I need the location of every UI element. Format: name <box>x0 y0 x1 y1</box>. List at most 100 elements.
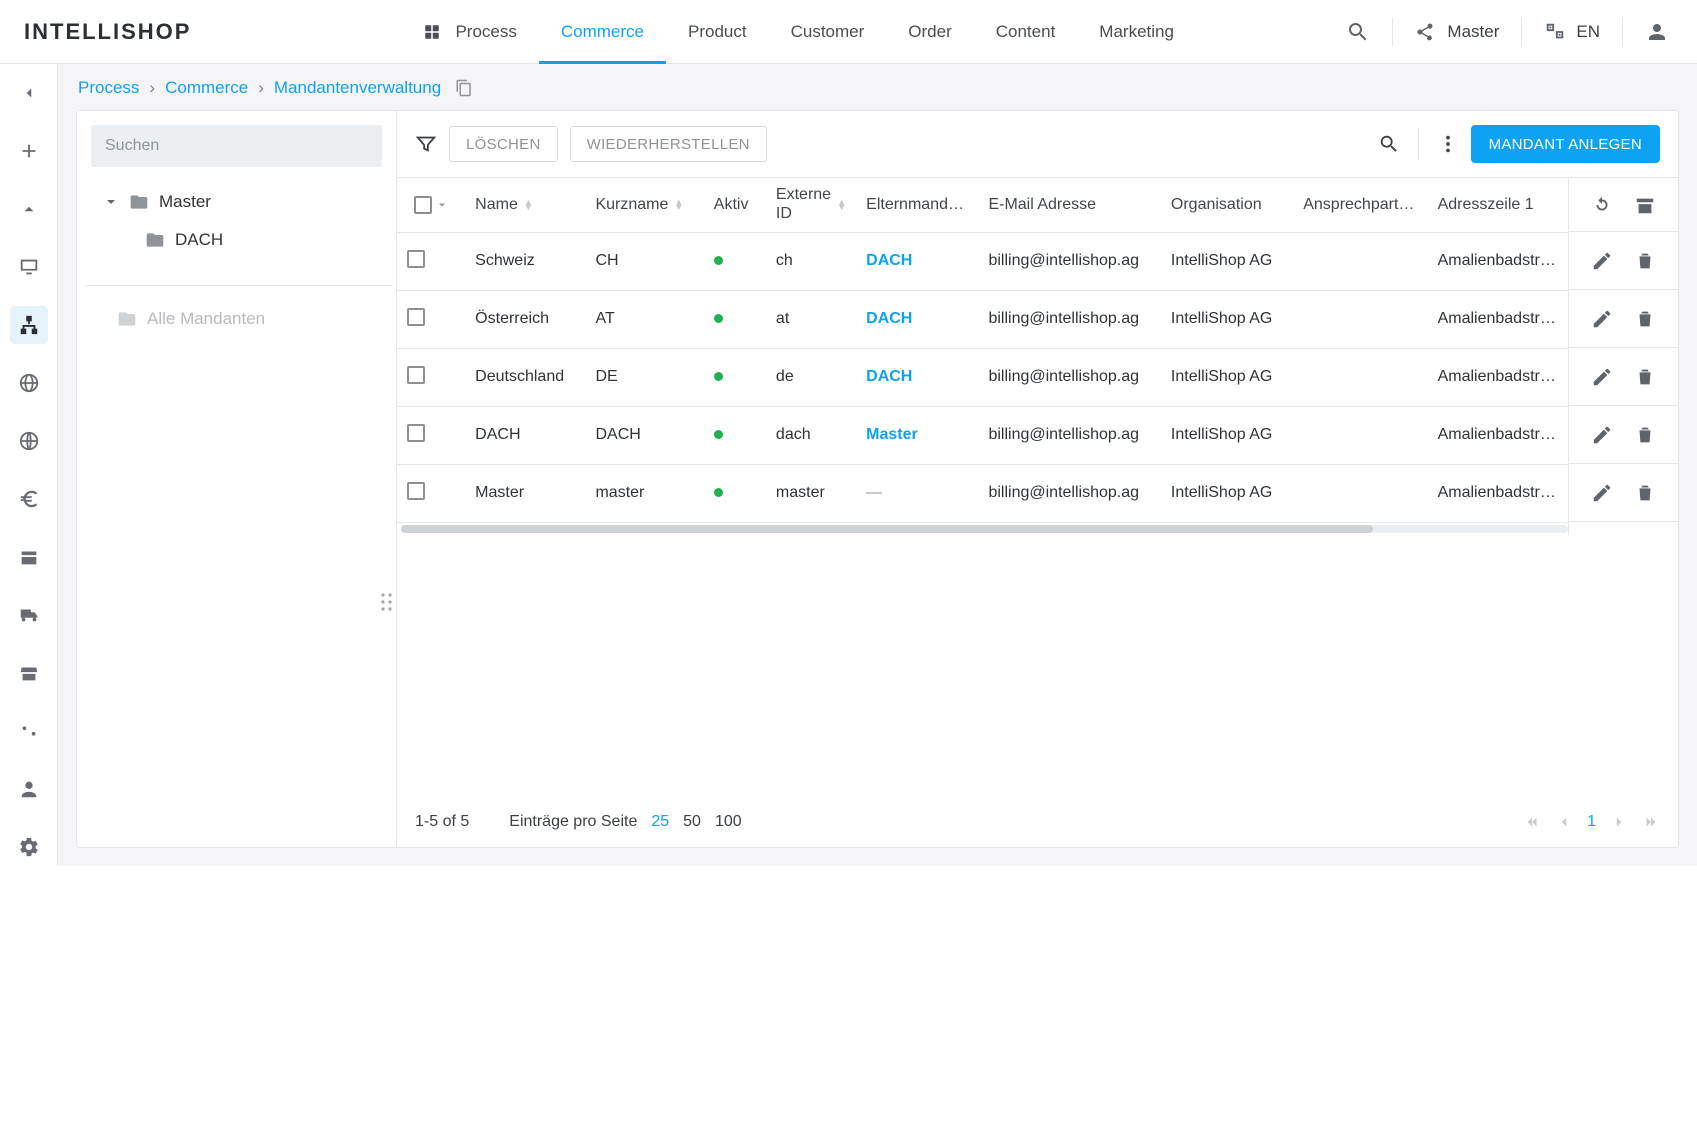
cell-externe-id: dach <box>766 406 856 464</box>
rail-sitemap[interactable] <box>10 306 48 344</box>
active-dot-icon <box>714 256 723 265</box>
delete-icon[interactable] <box>1634 250 1656 272</box>
crumb-commerce[interactable]: Commerce <box>165 78 248 98</box>
rail-percent[interactable] <box>10 712 48 750</box>
nav-tab-commerce[interactable]: Commerce <box>539 0 666 63</box>
row-checkbox[interactable] <box>407 308 425 326</box>
prev-page-icon[interactable] <box>1555 813 1573 831</box>
cell-org: IntelliShop AG <box>1161 464 1293 522</box>
resize-handle[interactable] <box>379 591 395 613</box>
edit-icon[interactable] <box>1591 250 1613 272</box>
cell-email: billing@intellishop.ag <box>978 232 1160 290</box>
separator <box>1521 18 1522 46</box>
chevron-down-icon[interactable] <box>436 199 448 211</box>
edit-icon[interactable] <box>1591 308 1613 330</box>
cell-parent[interactable]: DACH <box>866 310 912 327</box>
rail-collapse[interactable] <box>10 74 48 112</box>
cell-parent[interactable]: Master <box>866 426 918 443</box>
nav-tab-customer[interactable]: Customer <box>769 0 887 63</box>
delete-icon[interactable] <box>1634 424 1656 446</box>
tenant-selector[interactable]: Master <box>1415 22 1499 42</box>
col-adresszeile[interactable]: Adresszeile 1 <box>1428 178 1568 232</box>
tree-item-all[interactable]: Alle Mandanten <box>85 300 392 338</box>
active-dot-icon <box>714 488 723 497</box>
edit-icon[interactable] <box>1591 482 1613 504</box>
more-icon[interactable] <box>1437 133 1459 155</box>
nav-tab-content[interactable]: Content <box>974 0 1078 63</box>
rail-world[interactable] <box>10 422 48 460</box>
rail-euro[interactable] <box>10 480 48 518</box>
rail-users[interactable] <box>10 770 48 808</box>
select-all-checkbox[interactable] <box>414 196 432 214</box>
clear-button[interactable]: LÖSCHEN <box>449 126 558 162</box>
cell-name: Österreich <box>465 290 585 348</box>
delete-icon[interactable] <box>1634 366 1656 388</box>
filter-icon[interactable] <box>415 133 437 155</box>
search-icon[interactable] <box>1346 20 1370 44</box>
cell-kurzname: DACH <box>585 406 703 464</box>
rail-settings[interactable] <box>10 828 48 866</box>
table-row[interactable]: DeutschlandDEdeDACHbilling@intellishop.a… <box>397 348 1568 406</box>
user-icon[interactable] <box>1645 20 1669 44</box>
search-input[interactable] <box>91 125 382 167</box>
col-aktiv[interactable]: Aktiv <box>704 178 766 232</box>
col-externe-id[interactable]: Externe ID▲▼ <box>766 178 856 232</box>
col-email[interactable]: E-Mail Adresse <box>978 178 1160 232</box>
rail-store[interactable] <box>10 654 48 692</box>
per-page-50[interactable]: 50 <box>683 813 701 831</box>
tree-item-master[interactable]: Master <box>85 183 392 221</box>
edit-icon[interactable] <box>1591 366 1613 388</box>
nav-tab-marketing[interactable]: Marketing <box>1077 0 1196 63</box>
cell-ansprech <box>1293 290 1427 348</box>
rail-globe[interactable] <box>10 364 48 402</box>
nav-tab-order[interactable]: Order <box>886 0 973 63</box>
cell-kurzname: master <box>585 464 703 522</box>
create-mandant-button[interactable]: MANDANT ANLEGEN <box>1471 125 1660 163</box>
next-page-icon[interactable] <box>1610 813 1628 831</box>
table-row[interactable]: ÖsterreichATatDACHbilling@intellishop.ag… <box>397 290 1568 348</box>
page-number[interactable]: 1 <box>1587 813 1596 831</box>
rail-monitor[interactable] <box>10 248 48 286</box>
archive-icon[interactable] <box>1634 194 1656 216</box>
refresh-icon[interactable] <box>1591 194 1613 216</box>
first-page-icon[interactable] <box>1523 813 1541 831</box>
rail-truck[interactable] <box>10 596 48 634</box>
row-checkbox[interactable] <box>407 424 425 442</box>
col-elternmandant[interactable]: Elternmandant <box>856 178 978 232</box>
crumb-process[interactable]: Process <box>78 78 139 98</box>
folder-icon <box>145 230 165 250</box>
rail-register[interactable] <box>10 538 48 576</box>
row-checkbox[interactable] <box>407 250 425 268</box>
delete-icon[interactable] <box>1634 308 1656 330</box>
topnav-right: Master EN <box>1346 18 1669 46</box>
table-row[interactable]: SchweizCHchDACHbilling@intellishop.agInt… <box>397 232 1568 290</box>
col-name[interactable]: Name▲▼ <box>465 178 585 232</box>
horizontal-scrollbar[interactable] <box>397 523 1568 535</box>
nav-tab-product[interactable]: Product <box>666 0 769 63</box>
cell-aktiv <box>704 290 766 348</box>
copy-icon[interactable] <box>455 79 473 97</box>
delete-icon[interactable] <box>1634 482 1656 504</box>
edit-icon[interactable] <box>1591 424 1613 446</box>
per-page-25[interactable]: 25 <box>651 813 669 831</box>
cell-parent[interactable]: DACH <box>866 252 912 269</box>
nav-tab-process[interactable]: Process <box>401 0 538 63</box>
tree-item-dach[interactable]: DACH <box>85 221 392 259</box>
rail-add[interactable] <box>10 132 48 170</box>
last-page-icon[interactable] <box>1642 813 1660 831</box>
col-organisation[interactable]: Organisation <box>1161 178 1293 232</box>
row-checkbox[interactable] <box>407 366 425 384</box>
table-row[interactable]: Mastermastermaster—billing@intellishop.a… <box>397 464 1568 522</box>
table-row[interactable]: DACHDACHdachMasterbilling@intellishop.ag… <box>397 406 1568 464</box>
rail-expand-up[interactable] <box>10 190 48 228</box>
col-kurzname[interactable]: Kurzname▲▼ <box>585 178 703 232</box>
crumb-mandantenverwaltung[interactable]: Mandantenverwaltung <box>274 78 441 98</box>
per-page-100[interactable]: 100 <box>715 813 742 831</box>
col-ansprechpartner[interactable]: Ansprechpartner <box>1293 178 1427 232</box>
cell-parent[interactable]: DACH <box>866 368 912 385</box>
restore-button[interactable]: WIEDERHERSTELLEN <box>570 126 767 162</box>
row-checkbox[interactable] <box>407 482 425 500</box>
search-icon[interactable] <box>1378 133 1400 155</box>
language-selector[interactable]: EN <box>1544 21 1600 43</box>
top-nav: INTELLISHOP Process Commerce Product Cus… <box>0 0 1697 64</box>
